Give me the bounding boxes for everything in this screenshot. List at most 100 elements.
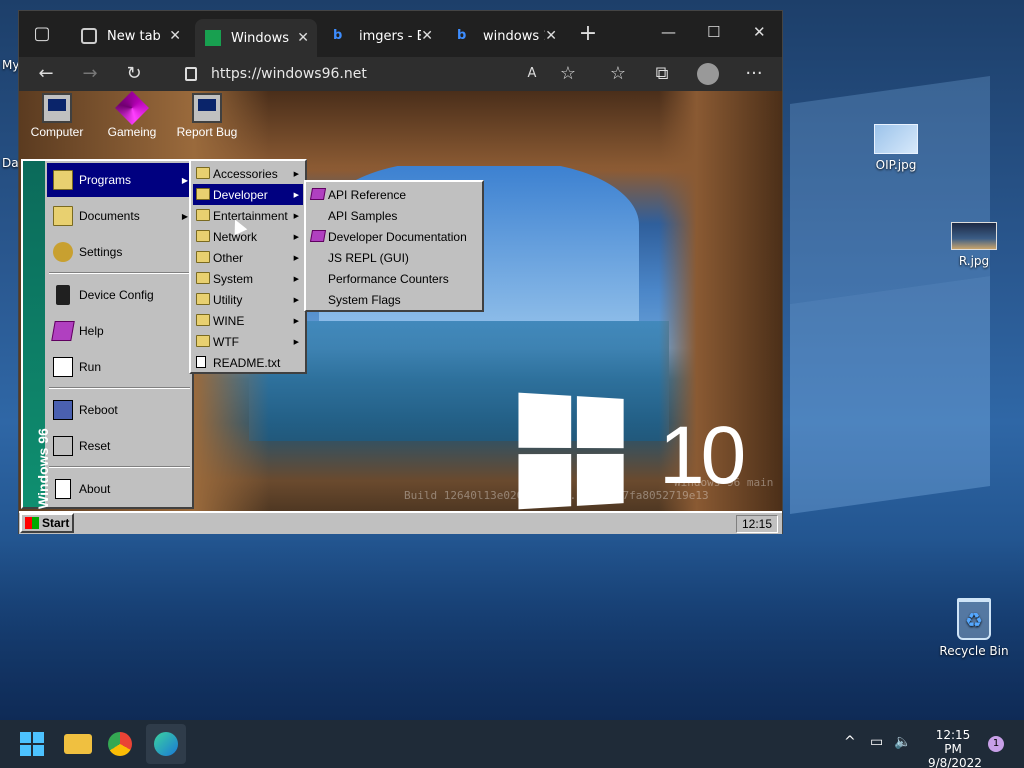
wallpaper-beam (790, 75, 990, 305)
tab-label: Windows 96 (231, 30, 293, 46)
menu-item-device-config[interactable]: Device Config (47, 278, 192, 312)
submenu-item-js-repl[interactable]: JS REPL (GUI) (308, 247, 480, 268)
desktop-icon-label: R.jpg (958, 254, 990, 268)
submenu-item-system[interactable]: System ▶ (193, 268, 303, 289)
menu-item-about[interactable]: About (47, 472, 192, 506)
tray-chevron-icon[interactable]: ^ (844, 734, 856, 750)
favorites-icon[interactable]: ☆ (605, 61, 631, 87)
folder-icon (196, 167, 210, 179)
browser-window: ▢ New tab ✕ Windows 96 ✕ b imgers - Bing… (18, 10, 783, 534)
submenu-item-system-flags[interactable]: System Flags (308, 289, 480, 310)
submenu-item-accessories[interactable]: Accessories ▶ (193, 163, 303, 184)
developer-submenu: API Reference API Samples Developer Docu… (304, 180, 484, 312)
windows-start-icon[interactable] (20, 732, 44, 756)
menu-item-label: About (79, 482, 111, 496)
folder-icon (196, 314, 210, 326)
close-icon[interactable]: ✕ (297, 30, 309, 46)
profile-icon[interactable] (695, 61, 721, 87)
menu-item-label: Programs (79, 173, 132, 187)
menu-item-documents[interactable]: Documents ▶ (47, 199, 192, 233)
image-file-icon (951, 222, 997, 250)
more-menu-icon[interactable]: ··· (741, 61, 767, 87)
tab-bing-imgers[interactable]: b imgers - Bing ✕ (323, 21, 441, 51)
tab-windows96[interactable]: Windows 96 ✕ (195, 19, 317, 57)
text-file-icon (196, 356, 206, 368)
read-aloud-icon[interactable]: A (519, 61, 545, 87)
windows96-icon (205, 30, 221, 46)
maximize-icon[interactable]: ☐ (707, 23, 720, 41)
w96-icon-label: Computer (30, 125, 84, 139)
submenu-item-utility[interactable]: Utility ▶ (193, 289, 303, 310)
submenu-arrow-icon: ▶ (293, 275, 299, 283)
menu-item-settings[interactable]: Settings (47, 235, 192, 269)
close-icon[interactable]: ✕ (545, 28, 557, 44)
submenu-item-developer-documentation[interactable]: Developer Documentation (308, 226, 480, 247)
desktop-icon-recycle-bin[interactable]: ♻ Recycle Bin (934, 598, 1014, 658)
edge-taskbar-button[interactable] (146, 724, 186, 764)
file-explorer-icon[interactable] (64, 734, 92, 754)
start-button[interactable]: Start (20, 513, 74, 533)
submenu-item-label: System (213, 271, 254, 286)
favorite-add-icon[interactable]: ☆ (555, 61, 581, 87)
submenu-item-entertainment[interactable]: Entertainment ▶ (193, 205, 303, 226)
submenu-item-wtf[interactable]: WTF ▶ (193, 331, 303, 352)
w96-icon-gameing[interactable]: Gameing (96, 91, 168, 139)
submenu-item-developer[interactable]: Developer ▶ (193, 184, 303, 205)
submenu-item-api-samples[interactable]: API Samples (308, 205, 480, 226)
submenu-item-network[interactable]: Network ▶ (193, 226, 303, 247)
game-cube-icon (115, 91, 149, 125)
submenu-item-label: API Reference (328, 187, 407, 202)
close-window-icon[interactable]: ✕ (753, 23, 766, 41)
w96-icon-label: Gameing (107, 125, 157, 139)
menu-item-run[interactable]: Run (47, 350, 192, 384)
submenu-item-label: Performance Counters (328, 271, 449, 286)
clock-time: 12:15 PM (935, 728, 971, 756)
menu-item-programs[interactable]: Programs ▶ (47, 163, 192, 197)
taskbar: ^ ▭ 🔈 12:15 PM 9/8/2022 1 (0, 720, 1024, 768)
minimize-icon[interactable]: — (661, 23, 676, 41)
submenu-arrow-icon: ▶ (293, 170, 299, 178)
submenu-item-readme[interactable]: README.txt (193, 352, 303, 373)
submenu-item-other[interactable]: Other ▶ (193, 247, 303, 268)
submenu-item-performance-counters[interactable]: Performance Counters (308, 268, 480, 289)
folder-icon (196, 335, 210, 347)
submenu-item-label: Other (213, 250, 244, 265)
submenu-item-label: Accessories (213, 166, 278, 181)
notification-badge[interactable]: 1 (988, 736, 1004, 752)
watermark-line: Windows 96 main (674, 476, 774, 489)
clock[interactable]: 12:15 PM 9/8/2022 (928, 728, 982, 768)
computer-icon (42, 93, 72, 123)
settings-gear-icon (53, 242, 73, 262)
collections-icon[interactable]: ⧉ (649, 61, 675, 87)
menu-item-reboot[interactable]: Reboot (47, 393, 192, 427)
back-icon[interactable]: ← (33, 61, 59, 87)
folder-icon (196, 293, 210, 305)
submenu-arrow-icon: ▶ (293, 233, 299, 241)
tab-bing-windows10[interactable]: b windows 10 ✕ (447, 21, 565, 51)
desktop-icon-oip[interactable]: OIP.jpg (856, 124, 936, 172)
w96-icon-report-bug[interactable]: Report Bug (171, 93, 243, 139)
volume-icon[interactable]: 🔈 (894, 734, 911, 750)
forward-icon[interactable]: → (77, 61, 103, 87)
new-tab-button[interactable]: + (575, 21, 601, 47)
menu-separator (49, 272, 190, 274)
menu-separator (49, 387, 190, 389)
chrome-icon[interactable] (108, 732, 132, 756)
tab-new-tab[interactable]: New tab ✕ (71, 21, 189, 51)
run-window-icon (53, 357, 73, 377)
submenu-item-wine[interactable]: WINE ▶ (193, 310, 303, 331)
w96-icon-computer[interactable]: Computer (21, 93, 93, 139)
menu-item-reset[interactable]: Reset (47, 429, 192, 463)
folder-icon (53, 206, 73, 226)
close-icon[interactable]: ✕ (421, 28, 433, 44)
submenu-item-api-reference[interactable]: API Reference (308, 184, 480, 205)
network-icon[interactable]: ▭ (870, 734, 883, 750)
desktop-icon-r[interactable]: R.jpg (934, 222, 1014, 268)
refresh-icon[interactable]: ↻ (121, 61, 147, 87)
menu-item-label: Reset (79, 439, 111, 453)
submenu-arrow-icon: ▶ (181, 211, 188, 221)
close-icon[interactable]: ✕ (169, 28, 181, 44)
clock-date: 9/8/2022 (928, 756, 982, 768)
menu-item-help[interactable]: Help (47, 314, 192, 348)
tab-actions-icon[interactable]: ▢ (29, 21, 55, 47)
